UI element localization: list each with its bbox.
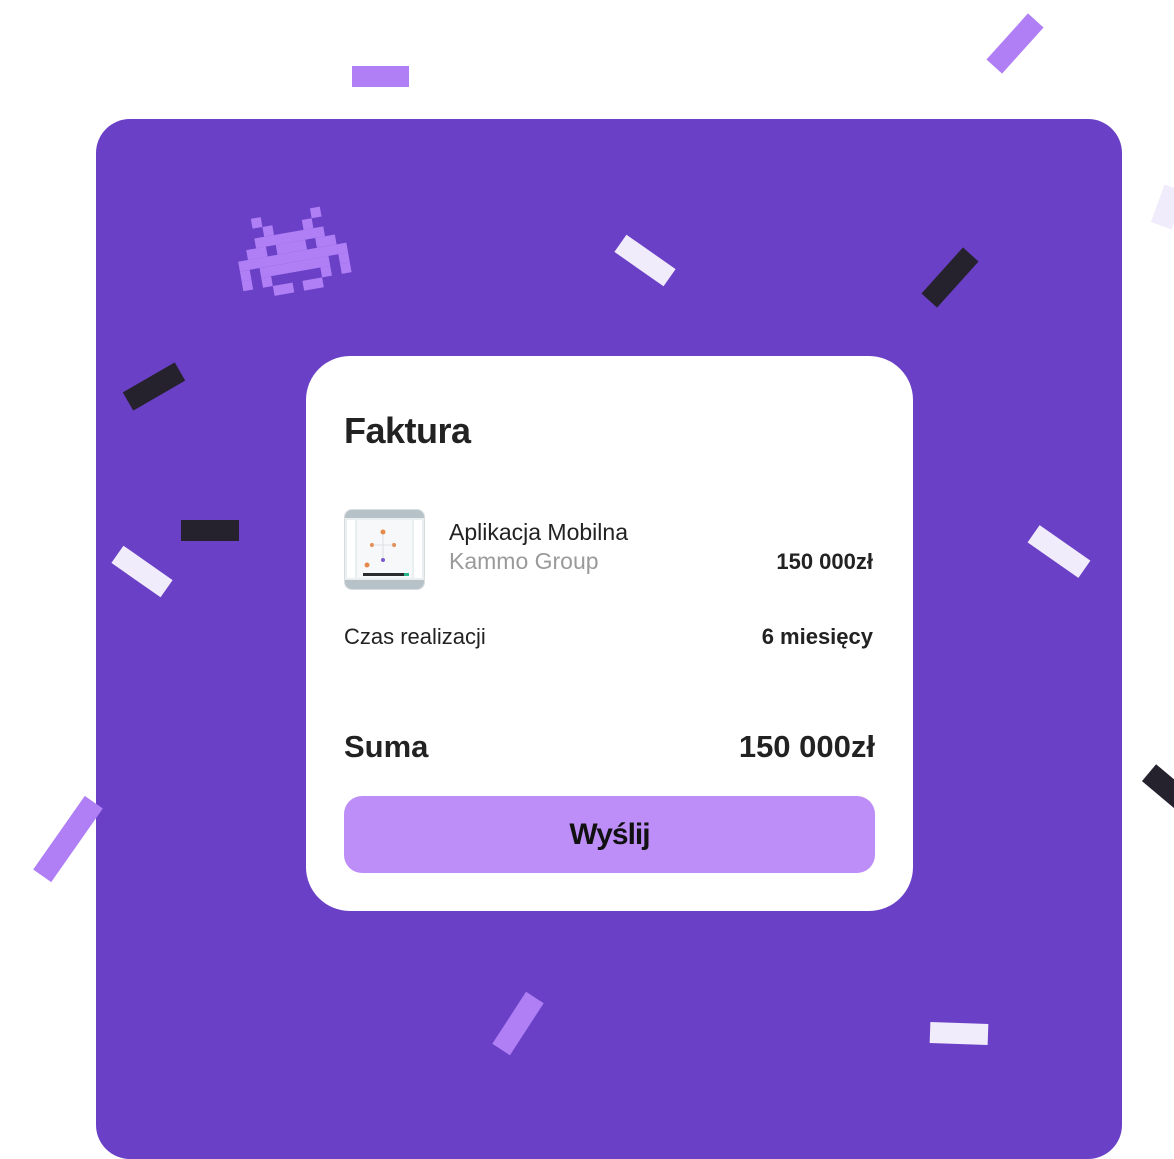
confetti-piece [181, 520, 239, 541]
send-button[interactable]: Wyślij [344, 796, 875, 873]
confetti-piece [614, 234, 676, 287]
delivery-time-label: Czas realizacji [344, 624, 486, 649]
confetti-piece [33, 795, 103, 883]
space-invader-icon [238, 206, 352, 296]
confetti-piece [492, 991, 544, 1056]
delivery-time-value: 6 miesięcy [761, 624, 873, 649]
total-label: Suma [344, 729, 429, 764]
app-thumbnail [344, 509, 425, 590]
confetti-piece [122, 362, 186, 411]
confetti-piece [921, 247, 979, 308]
confetti-piece [111, 545, 173, 598]
invoice-card: Faktura Aplikacja Mobilna Kammo Group 15… [306, 356, 913, 911]
confetti-piece [929, 1021, 989, 1046]
app-screenshot-thumbnail [345, 510, 424, 589]
item-price: 150 000zł [776, 549, 873, 574]
confetti-piece [986, 13, 1044, 74]
confetti-piece [1027, 525, 1091, 578]
invoice-title: Faktura [344, 410, 471, 451]
item-name: Aplikacja Mobilna [449, 519, 628, 545]
item-company: Kammo Group [449, 548, 599, 574]
confetti-piece [1141, 764, 1174, 820]
total-value: 150 000zł [738, 729, 875, 764]
confetti-piece [352, 66, 409, 87]
confetti-piece [1150, 184, 1174, 230]
